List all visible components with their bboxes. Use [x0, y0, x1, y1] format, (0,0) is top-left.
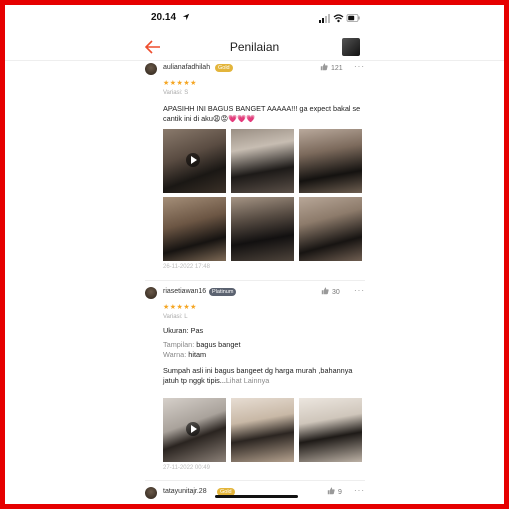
signal-icon: [319, 14, 330, 23]
review-username[interactable]: aulianafadhilah: [163, 64, 210, 71]
see-more-link[interactable]: Lihat Lainnya: [226, 376, 269, 385]
review-color: Warna: hitam: [163, 350, 363, 360]
review-video-thumbnail[interactable]: [163, 129, 226, 193]
color-label: Warna:: [163, 350, 187, 359]
like-button[interactable]: 9: [327, 487, 342, 496]
review-video-thumbnail[interactable]: [163, 398, 226, 462]
play-icon: [186, 153, 200, 167]
review-photo[interactable]: [299, 129, 362, 193]
battery-icon: [346, 14, 360, 22]
review-photo[interactable]: [163, 197, 226, 261]
play-icon: [186, 422, 200, 436]
thumbs-up-icon: [321, 287, 329, 295]
status-time: 20.14: [151, 12, 177, 23]
home-indicator: [215, 495, 298, 498]
review-text: APASIHH INI BAGUS BANGET AAAAA!!! ga exp…: [163, 104, 361, 123]
review-date-wrap: 27-11-2022 00:49: [145, 465, 365, 471]
member-badge: Gold: [215, 64, 233, 72]
review-item: riasetiawan16 Platinum 30 ··· ★★★★★ Vari…: [145, 286, 365, 386]
rating-stars: ★★★★★: [163, 503, 383, 504]
review-date: 26-11-2022 17:48: [163, 264, 210, 270]
review-username[interactable]: tatayunitajr.28: [163, 488, 207, 495]
review-photo[interactable]: [299, 398, 362, 462]
like-button[interactable]: 121: [320, 63, 343, 72]
avatar[interactable]: [145, 63, 157, 75]
review-variant: Variasi: L: [163, 314, 188, 320]
phone-screen: 20.14 Penilaian aulianafadhilah Gold 121…: [5, 5, 504, 504]
more-options-button[interactable]: ···: [354, 486, 365, 495]
divider: [145, 480, 365, 481]
color-value: hitam: [188, 350, 207, 359]
more-options-button[interactable]: ···: [354, 62, 365, 71]
like-button[interactable]: 30: [321, 287, 340, 296]
divider: [145, 280, 365, 281]
location-arrow-icon: [182, 13, 190, 21]
review-date-wrap: 26-11-2022 17:48: [145, 264, 365, 270]
thumbs-up-icon: [320, 63, 328, 71]
review-appearance: Tampilan: bagus banget: [163, 340, 363, 350]
thumbs-up-icon: [327, 487, 335, 495]
product-thumbnail[interactable]: [342, 38, 360, 56]
status-icons: [319, 14, 360, 23]
appearance-label: Tampilan:: [163, 340, 195, 349]
review-photo[interactable]: [231, 197, 294, 261]
like-count: 30: [332, 289, 340, 296]
avatar[interactable]: [145, 487, 157, 499]
like-count: 9: [338, 489, 342, 496]
review-text: Sumpah asli ini bagus bangeet dg harga m…: [163, 366, 363, 386]
appearance-value: bagus banget: [196, 340, 241, 349]
red-frame: 20.14 Penilaian aulianafadhilah Gold 121…: [0, 0, 509, 509]
page-header: Penilaian: [5, 35, 504, 61]
review-item: aulianafadhilah Gold 121 ··· ★★★★★ Varia…: [145, 62, 365, 124]
review-photo[interactable]: [299, 197, 362, 261]
size-value: Pas: [190, 326, 204, 335]
page-title: Penilaian: [229, 40, 280, 54]
more-options-button[interactable]: ···: [354, 286, 365, 295]
rating-stars: ★★★★★: [163, 80, 197, 87]
review-size: Ukuran: Pas: [163, 326, 363, 336]
review-photo[interactable]: [231, 129, 294, 193]
like-count: 121: [331, 65, 343, 72]
review-variant: Variasi: S: [163, 90, 189, 96]
avatar[interactable]: [145, 287, 157, 299]
member-badge: Platinum: [209, 288, 237, 296]
review-username[interactable]: riasetiawan16: [163, 288, 206, 295]
review-photo[interactable]: [231, 398, 294, 462]
size-label: Ukuran:: [163, 326, 189, 335]
review-date: 27-11-2022 00:49: [163, 465, 210, 471]
status-bar: 20.14: [5, 5, 504, 31]
rating-stars: ★★★★★: [163, 304, 197, 311]
wifi-icon: [333, 14, 344, 23]
